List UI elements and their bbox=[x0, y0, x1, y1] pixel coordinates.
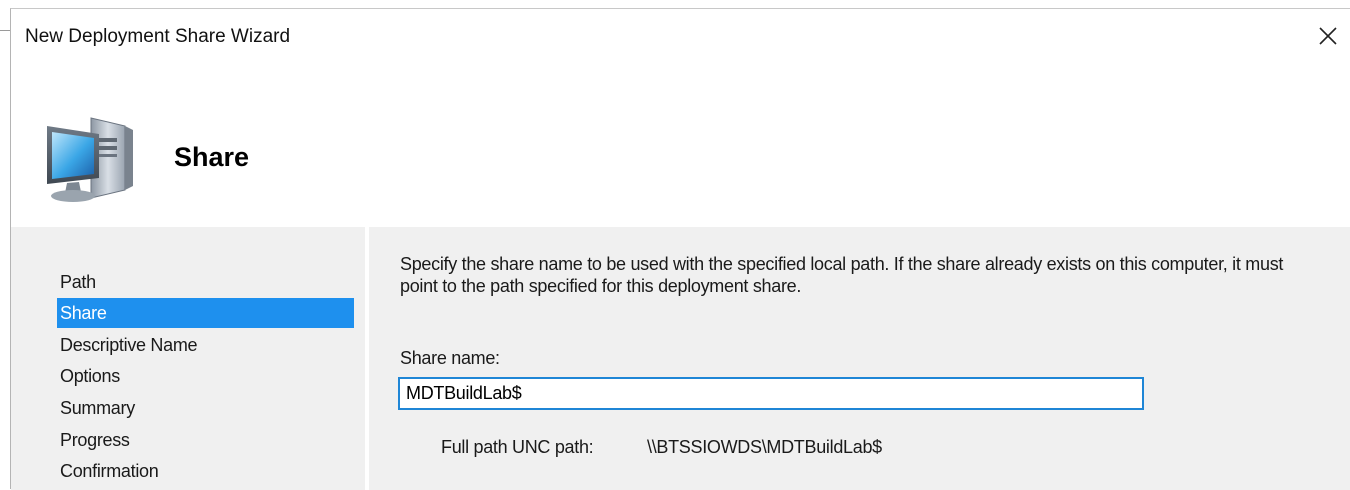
close-button[interactable] bbox=[1308, 18, 1348, 54]
nav-item-path[interactable]: Path bbox=[57, 267, 354, 297]
nav-item-summary[interactable]: Summary bbox=[57, 393, 354, 423]
page-title: Share bbox=[174, 142, 250, 172]
window-edge bbox=[0, 0, 10, 31]
close-icon bbox=[1319, 27, 1337, 45]
unc-path-value: \\BTSSIOWDS\MDTBuildLab$ bbox=[647, 437, 882, 457]
window-title: New Deployment Share Wizard bbox=[25, 26, 291, 47]
description-text: Specify the share name to be used with t… bbox=[400, 254, 1284, 296]
share-name-input[interactable] bbox=[398, 377, 1144, 410]
computer-icon bbox=[33, 104, 143, 208]
nav-item-confirmation[interactable]: Confirmation bbox=[57, 456, 354, 486]
wizard-steps-nav: Path Share Descriptive Name Options Summ… bbox=[11, 227, 365, 490]
nav-item-progress[interactable]: Progress bbox=[57, 425, 354, 455]
nav-item-options[interactable]: Options bbox=[57, 361, 354, 391]
unc-path-label: Full path UNC path: bbox=[441, 437, 594, 457]
content-panel: Specify the share name to be used with t… bbox=[369, 227, 1350, 490]
share-name-label: Share name: bbox=[400, 348, 500, 368]
nav-item-share[interactable]: Share bbox=[57, 298, 354, 328]
wizard-window: New Deployment Share Wizard Share Path S… bbox=[10, 8, 1350, 490]
nav-item-descriptive-name[interactable]: Descriptive Name bbox=[57, 330, 354, 360]
